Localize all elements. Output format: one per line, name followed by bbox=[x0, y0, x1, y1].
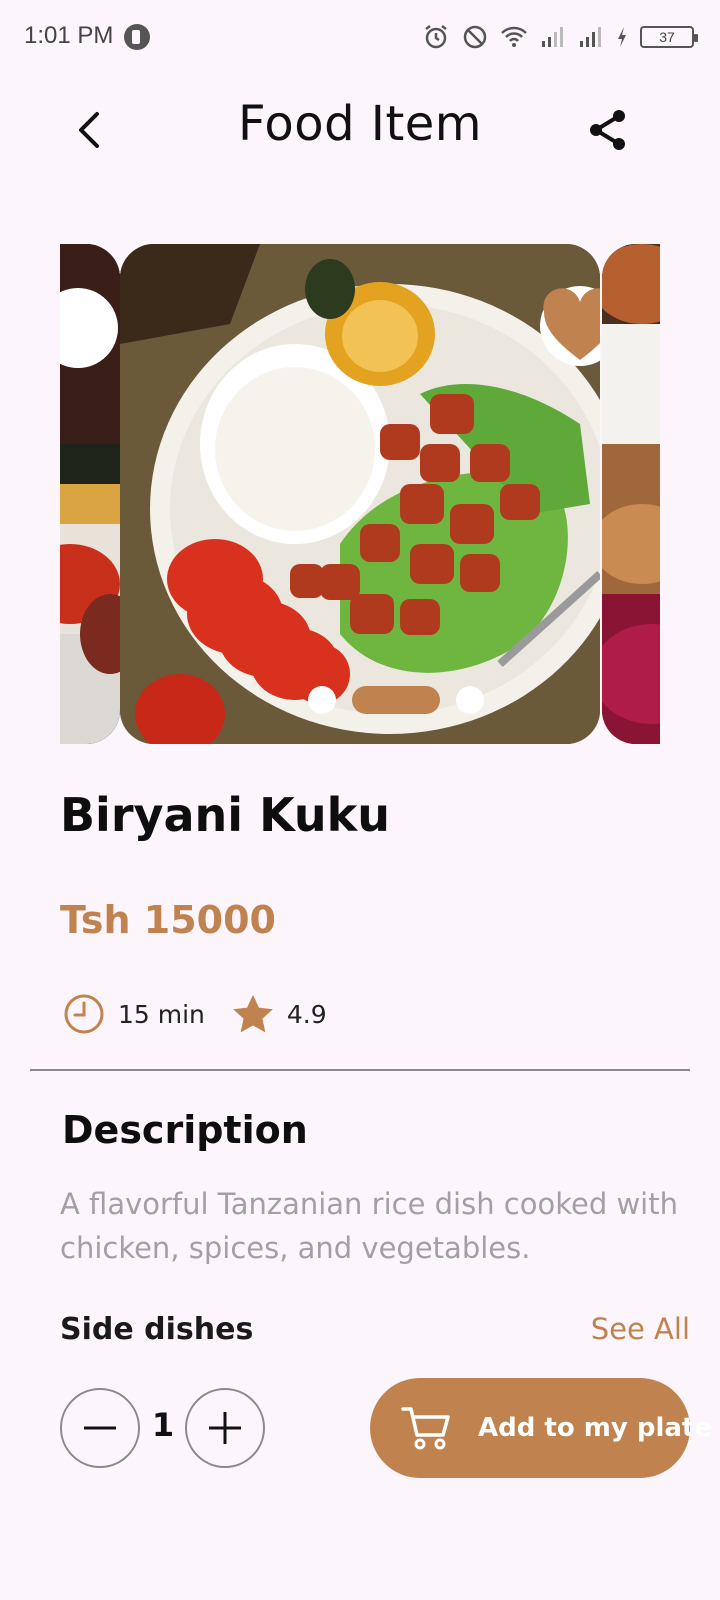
charging-icon bbox=[618, 27, 626, 47]
alarm-icon bbox=[425, 25, 447, 49]
carousel-dot-active[interactable] bbox=[352, 686, 440, 714]
side-dishes-title: Side dishes bbox=[60, 1312, 254, 1347]
minus-icon bbox=[84, 1426, 116, 1430]
share-icon bbox=[590, 110, 625, 150]
food-price: Tsh 15000 bbox=[60, 898, 276, 942]
favorite-button[interactable] bbox=[540, 286, 600, 366]
carousel-slide-active[interactable] bbox=[120, 244, 600, 744]
divider bbox=[30, 1069, 690, 1071]
do-not-disturb-icon bbox=[463, 25, 487, 49]
next-food-image bbox=[602, 244, 660, 744]
description-title: Description bbox=[62, 1108, 308, 1152]
food-image-carousel[interactable] bbox=[60, 244, 660, 744]
signal-icon bbox=[542, 27, 563, 47]
status-time: 1:01 PM bbox=[24, 22, 114, 49]
prep-time: 15 min bbox=[118, 999, 205, 1029]
app-bar: Food Item bbox=[0, 88, 720, 172]
status-icons: 37 bbox=[422, 22, 698, 52]
carousel-indicator bbox=[308, 686, 484, 714]
app-notification-icon bbox=[124, 24, 150, 50]
cart-icon bbox=[400, 1402, 452, 1454]
add-to-plate-label: Add to my plate bbox=[478, 1413, 712, 1443]
description-text: A flavorful Tanzanian rice dish cooked w… bbox=[60, 1187, 678, 1265]
star-icon bbox=[231, 992, 275, 1036]
quantity-value: 1 bbox=[151, 1406, 175, 1444]
see-all-link[interactable]: See All bbox=[591, 1312, 690, 1346]
clock-icon bbox=[62, 992, 106, 1036]
rating-value: 4.9 bbox=[286, 999, 327, 1029]
wifi-icon bbox=[501, 26, 527, 47]
plus-icon bbox=[209, 1412, 241, 1444]
carousel-dot-3[interactable] bbox=[456, 686, 484, 714]
carousel-slide-next[interactable] bbox=[602, 244, 660, 744]
carousel-slide-previous[interactable] bbox=[60, 244, 120, 744]
food-meta: 15 min 4.9 bbox=[62, 992, 327, 1036]
food-name: Biryani Kuku bbox=[60, 788, 390, 842]
signal-icon-2 bbox=[580, 27, 601, 47]
increase-quantity-button[interactable] bbox=[185, 1388, 265, 1468]
heart-icon bbox=[543, 288, 600, 360]
food-image bbox=[120, 244, 600, 744]
add-to-plate-button[interactable]: Add to my plate bbox=[370, 1378, 712, 1478]
share-button[interactable] bbox=[582, 104, 634, 156]
status-bar: 1:01 PM 37 bbox=[0, 0, 720, 72]
carousel-dot-1[interactable] bbox=[308, 686, 336, 714]
battery-indicator: 37 bbox=[640, 26, 698, 48]
decrease-quantity-button[interactable] bbox=[60, 1388, 140, 1468]
